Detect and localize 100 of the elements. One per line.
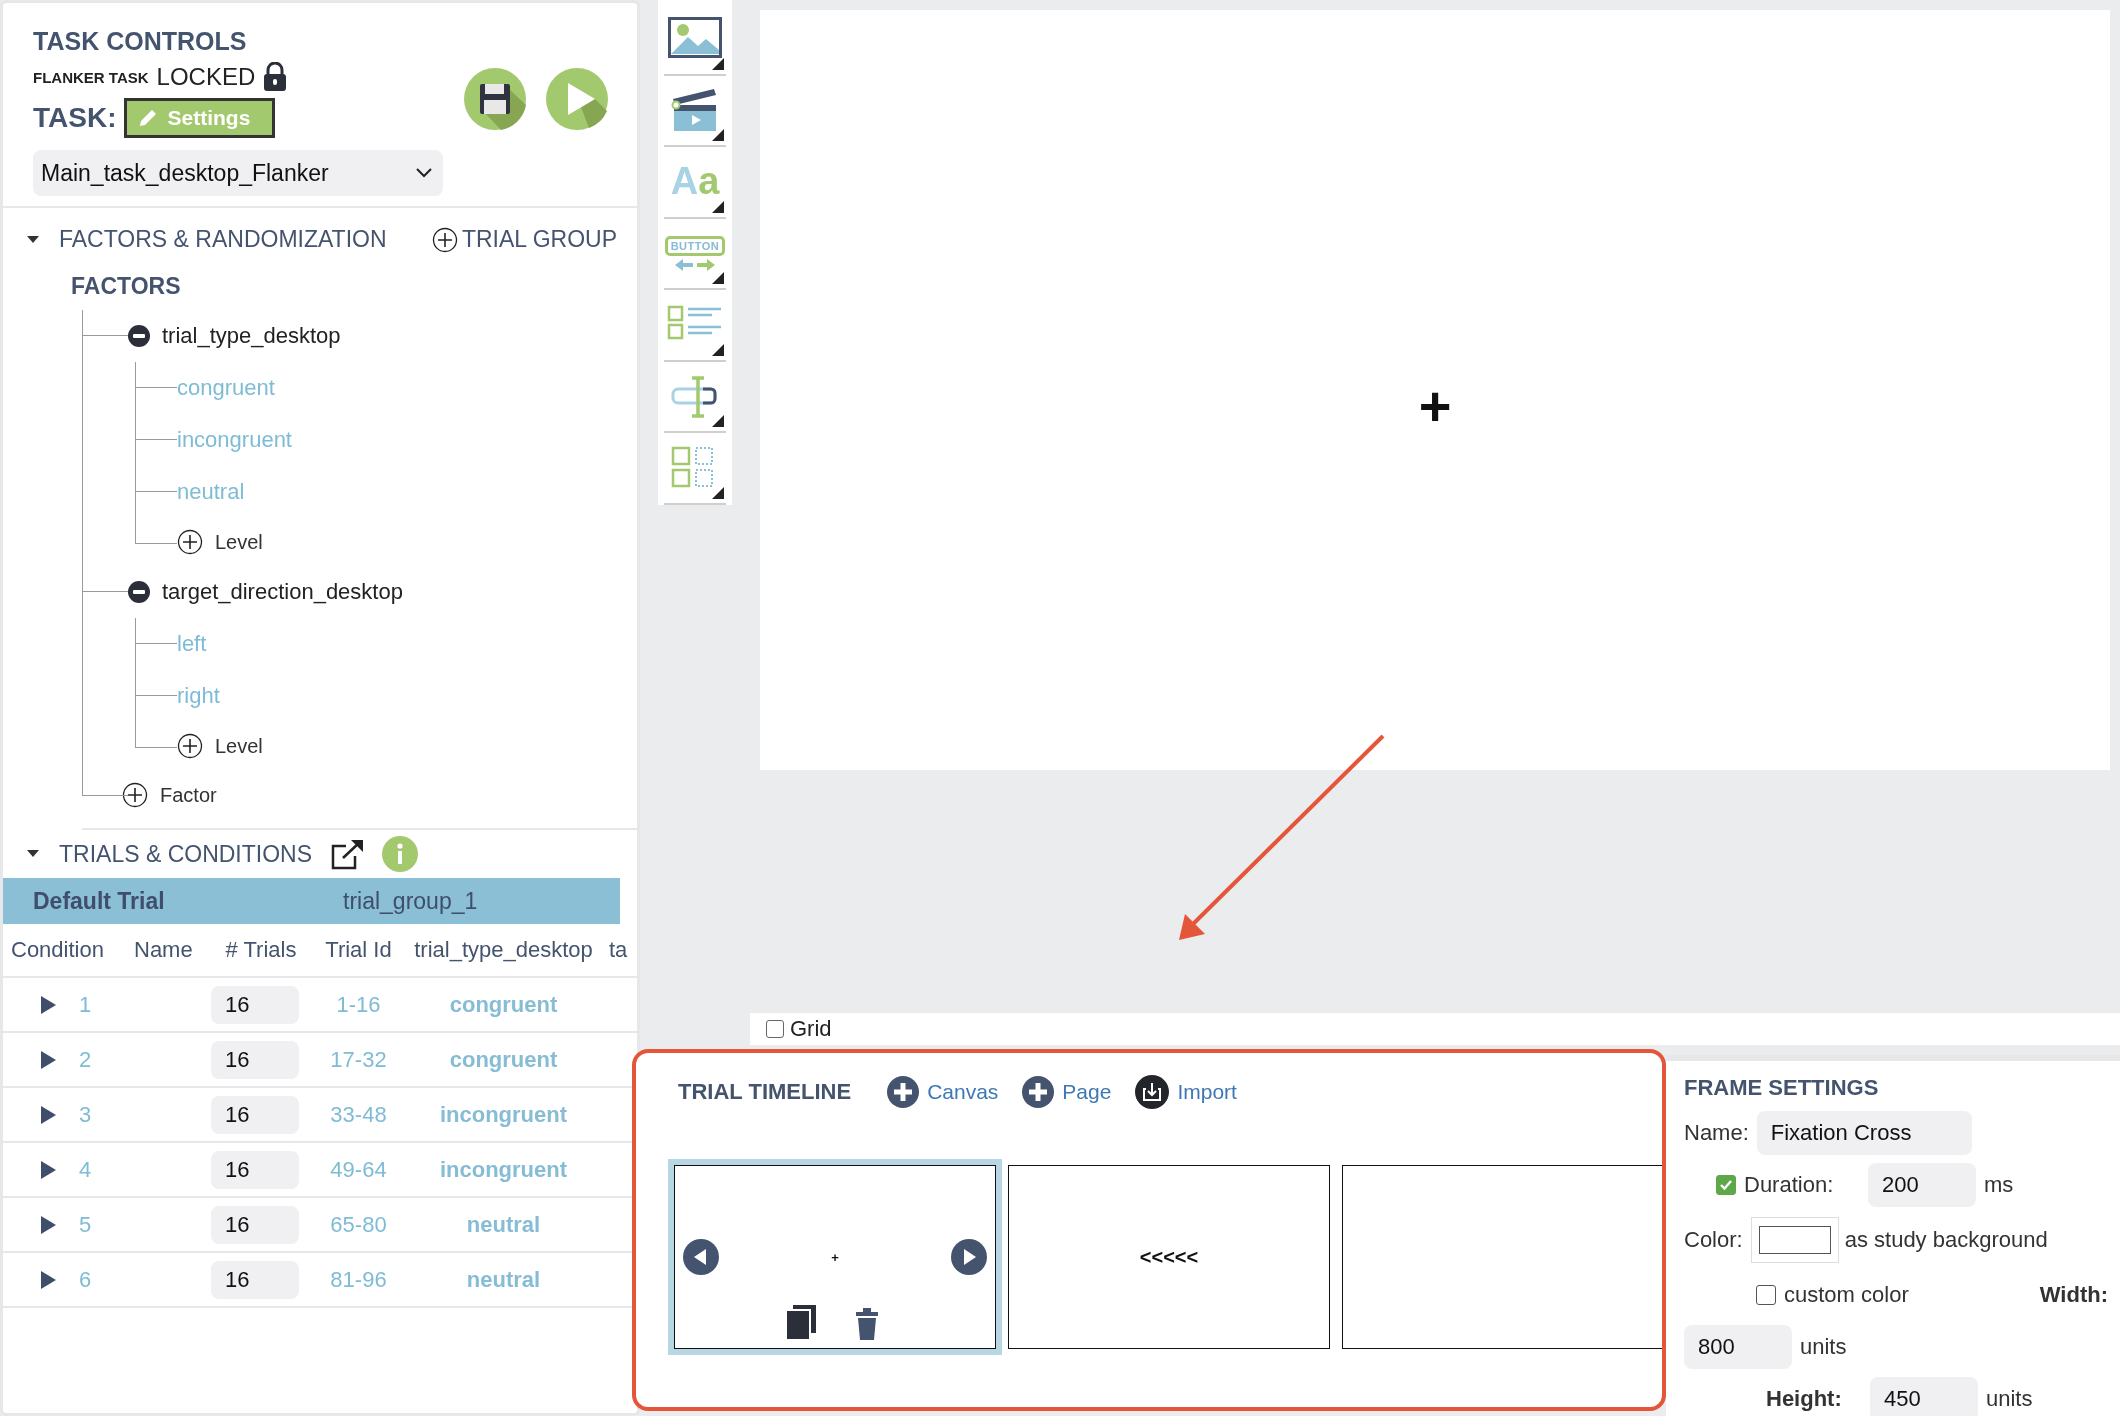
plus-circle-icon[interactable]: [122, 782, 148, 808]
fixation-cross: +: [1418, 372, 1452, 438]
corner-triangle-icon[interactable]: [712, 487, 724, 500]
condition-number: 6: [79, 1266, 92, 1293]
name-input[interactable]: Fixation Cross: [1756, 1111, 1972, 1155]
expand-row-icon[interactable]: [39, 994, 57, 1015]
trial-type: incongruent: [438, 1101, 569, 1128]
plus-circle-icon[interactable]: [431, 226, 458, 253]
corner-triangle-icon[interactable]: [712, 272, 724, 285]
factor-name[interactable]: target_direction_desktop: [162, 579, 403, 605]
add-level-button[interactable]: Level: [215, 734, 263, 758]
plus-circle-icon[interactable]: [177, 733, 203, 759]
expand-row-icon[interactable]: [39, 1104, 57, 1125]
height-input[interactable]: 450: [1870, 1377, 1978, 1416]
column-header: # Trials: [224, 937, 298, 963]
corner-triangle-icon[interactable]: [712, 343, 724, 356]
duration-label: Duration:: [1744, 1172, 1835, 1198]
trial-id: 1-16: [335, 991, 382, 1018]
custom-color-label: custom color: [1784, 1282, 1909, 1308]
factors-heading: FACTORS: [71, 273, 182, 300]
condition-number: 2: [79, 1046, 92, 1073]
trials-input[interactable]: 16: [211, 985, 299, 1024]
move-left-icon[interactable]: [683, 1239, 719, 1275]
column-header: ta: [608, 937, 629, 963]
play-icon[interactable]: [545, 67, 609, 131]
chevron-down-icon[interactable]: [415, 167, 433, 179]
duration-input[interactable]: 200: [1868, 1163, 1976, 1207]
copy-icon[interactable]: [785, 1304, 817, 1340]
collapse-icon[interactable]: [128, 581, 150, 603]
trial-group-name: trial_group_1: [343, 887, 478, 915]
color-note: as study background: [1844, 1227, 2048, 1253]
grid-label: Grid: [790, 1016, 832, 1042]
corner-triangle-icon[interactable]: [712, 200, 724, 213]
frame-thumbnail[interactable]: <<<<<: [1008, 1165, 1330, 1349]
external-link-icon[interactable]: [330, 838, 365, 870]
section-title: TRIAL TIMELINE: [678, 1079, 852, 1105]
expand-row-icon[interactable]: [39, 1159, 57, 1180]
save-icon[interactable]: [463, 67, 527, 131]
trials-input[interactable]: 16: [211, 1205, 299, 1244]
plus-circle-icon: [1022, 1076, 1055, 1108]
text-input-icon[interactable]: [670, 374, 720, 419]
width-input[interactable]: 800: [1684, 1325, 1792, 1369]
grid-checkbox[interactable]: [766, 1020, 784, 1038]
trials-input[interactable]: 16: [211, 1150, 299, 1189]
add-trial-group-button[interactable]: TRIAL GROUP: [431, 226, 617, 253]
section-title: FRAME SETTINGS: [1684, 1075, 1880, 1101]
image-icon[interactable]: [668, 16, 722, 61]
column-header: Name: [133, 937, 194, 963]
trials-input[interactable]: 16: [211, 1260, 299, 1299]
name-label: Name:: [1684, 1120, 1749, 1146]
task-select[interactable]: Main_task_desktop_Flanker: [33, 150, 443, 196]
plus-circle-icon[interactable]: [177, 529, 203, 555]
lock-status: LOCKED: [156, 63, 256, 91]
condition-number: 5: [79, 1211, 92, 1238]
plus-circle-icon: [887, 1076, 920, 1108]
add-button[interactable]: Page: [1022, 1076, 1112, 1108]
frame-content: +: [831, 1249, 839, 1265]
add-level-button[interactable]: Level: [215, 530, 263, 554]
collapse-icon[interactable]: [128, 325, 150, 347]
panel-title: TASK CONTROLS: [33, 27, 248, 56]
trial-id: 17-32: [329, 1046, 388, 1073]
trials-input[interactable]: 16: [211, 1040, 299, 1079]
column-header: trial_type_desktop: [413, 937, 594, 963]
frame-content: <<<<<: [1139, 1245, 1199, 1269]
factor-name[interactable]: trial_type_desktop: [162, 323, 341, 349]
trash-icon[interactable]: [855, 1308, 879, 1340]
custom-color-checkbox[interactable]: [1756, 1285, 1776, 1305]
expand-row-icon[interactable]: [39, 1049, 57, 1070]
corner-triangle-icon[interactable]: [712, 129, 724, 142]
task-name: FLANKER TASK: [33, 68, 149, 86]
corner-triangle-icon[interactable]: [712, 415, 724, 428]
import-icon: [1135, 1075, 1170, 1109]
import-button[interactable]: Import: [1135, 1075, 1237, 1109]
trial-type: congruent: [448, 991, 559, 1018]
expand-row-icon[interactable]: [39, 1214, 57, 1235]
condition-number: 3: [79, 1101, 92, 1128]
unit-label: units: [1800, 1334, 1847, 1360]
color-swatch[interactable]: [1750, 1217, 1839, 1263]
add-button[interactable]: Canvas: [887, 1076, 999, 1108]
width-label: Width:: [2039, 1282, 2108, 1308]
trials-input[interactable]: 16: [211, 1095, 299, 1134]
trial-id: 81-96: [329, 1266, 388, 1293]
trial-type: congruent: [448, 1046, 559, 1073]
trial-type: incongruent: [438, 1156, 569, 1183]
frame-thumbnail[interactable]: [1342, 1165, 1662, 1349]
duration-checkbox[interactable]: [1716, 1175, 1736, 1195]
color-label: Color:: [1684, 1227, 1743, 1253]
default-trial-label: Default Trial: [32, 887, 166, 915]
trial-id: 65-80: [329, 1211, 388, 1238]
move-right-icon[interactable]: [951, 1239, 987, 1275]
column-header: Trial Id: [324, 937, 393, 963]
condition-number: 1: [79, 991, 92, 1018]
unit-label: units: [1986, 1386, 2033, 1412]
expand-row-icon[interactable]: [39, 1269, 57, 1290]
add-factor-button[interactable]: Factor: [160, 783, 217, 807]
section-title: TRIALS & CONDITIONS: [59, 840, 313, 868]
corner-triangle-icon[interactable]: [712, 57, 724, 70]
tree-connector: [135, 722, 177, 748]
double-arrow-icon: [673, 257, 717, 272]
section-title: FACTORS & RANDOMIZATION: [59, 226, 387, 253]
